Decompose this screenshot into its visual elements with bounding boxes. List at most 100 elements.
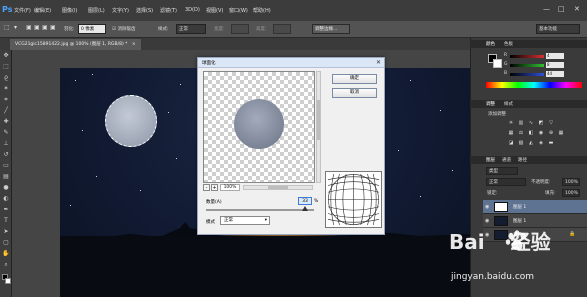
stamp-tool-icon[interactable]: ⊥ xyxy=(2,140,10,148)
invert-icon[interactable]: ◪ xyxy=(508,140,514,146)
close-icon[interactable]: × xyxy=(132,42,136,47)
close-button[interactable]: ✕ xyxy=(574,5,580,13)
crop-tool-icon[interactable]: ⌗ xyxy=(2,96,10,104)
new-selection-icon[interactable]: ▣ xyxy=(26,24,32,31)
eyedropper-icon[interactable]: ╱ xyxy=(2,107,10,115)
hand-tool-icon[interactable]: ✋ xyxy=(2,250,10,258)
tab-paths[interactable]: 路径 xyxy=(518,157,527,163)
moon-selection[interactable] xyxy=(105,95,157,147)
scrollbar-thumb[interactable] xyxy=(317,100,320,140)
blue-value[interactable]: 44 xyxy=(546,71,564,77)
layer-kind-filter[interactable]: 类型 xyxy=(486,167,518,175)
maximize-button[interactable]: □ xyxy=(558,5,565,13)
width-input[interactable] xyxy=(231,24,249,34)
menu-layer[interactable]: 图层(L) xyxy=(88,7,105,14)
amount-slider-track[interactable] xyxy=(206,209,314,211)
brush-tool-icon[interactable]: ✎ xyxy=(2,129,10,137)
magic-wand-icon[interactable]: ✶ xyxy=(2,85,10,93)
move-tool-icon[interactable]: ✥ xyxy=(2,52,10,60)
tab-styles[interactable]: 样式 xyxy=(504,101,513,107)
preview-horizontal-scrollbar[interactable] xyxy=(243,185,313,190)
history-brush-icon[interactable]: ↺ xyxy=(2,151,10,159)
tab-layers[interactable]: 图层 xyxy=(486,157,495,163)
background-color-swatch[interactable] xyxy=(493,59,502,68)
subtract-selection-icon[interactable]: ▣ xyxy=(42,24,48,31)
menu-view[interactable]: 视图(V) xyxy=(206,7,223,14)
tab-color[interactable]: 颜色 xyxy=(486,41,495,47)
style-select[interactable]: 正常 xyxy=(176,24,206,34)
fill-input[interactable]: 100% xyxy=(562,189,580,197)
dodge-tool-icon[interactable]: ◐ xyxy=(2,195,10,203)
amount-slider-handle[interactable] xyxy=(302,206,308,211)
eye-icon[interactable]: ◉ xyxy=(485,204,489,210)
intersect-selection-icon[interactable]: ▣ xyxy=(50,24,56,31)
tab-swatches[interactable]: 色板 xyxy=(504,41,513,47)
zoom-in-button[interactable]: + xyxy=(211,184,218,191)
tab-channels[interactable]: 通道 xyxy=(502,157,511,163)
antialias-checkbox[interactable]: ☑ 消除锯齿 xyxy=(112,26,135,32)
chevron-down-icon[interactable]: ▾ xyxy=(14,24,17,31)
dialog-titlebar[interactable]: 球面化 ✕ xyxy=(198,58,384,68)
selective-color-icon[interactable]: ◈ xyxy=(538,140,544,146)
blur-tool-icon[interactable]: ● xyxy=(2,184,10,192)
mode-select[interactable]: 正常 ▾ xyxy=(220,216,270,225)
path-select-icon[interactable]: ➤ xyxy=(2,228,10,236)
height-input[interactable] xyxy=(273,24,291,34)
menu-edit[interactable]: 编辑(E) xyxy=(34,7,51,14)
vibrance-icon[interactable]: ▽ xyxy=(548,120,554,126)
pen-tool-icon[interactable]: ✒ xyxy=(2,206,10,214)
green-slider[interactable] xyxy=(510,64,544,67)
amount-input[interactable]: 33 xyxy=(298,197,312,205)
refine-edge-button[interactable]: 调整边缘... xyxy=(312,24,350,34)
menu-type[interactable]: 文字(Y) xyxy=(112,7,129,14)
threshold-icon[interactable]: ◭ xyxy=(528,140,534,146)
healing-brush-icon[interactable]: ✚ xyxy=(2,118,10,126)
menu-select[interactable]: 选择(S) xyxy=(136,7,153,14)
gradient-tool-icon[interactable]: ▤ xyxy=(2,173,10,181)
ok-button[interactable]: 确定 xyxy=(332,74,377,84)
zoom-tool-icon[interactable]: ⌕ xyxy=(2,261,10,269)
feather-input[interactable]: 0 像素 xyxy=(78,24,106,34)
type-tool-icon[interactable]: T xyxy=(2,217,10,225)
color-lookup-icon[interactable]: ▦ xyxy=(558,130,564,136)
opacity-input[interactable]: 100% xyxy=(562,178,580,186)
background-color-swatch[interactable] xyxy=(5,278,11,284)
cancel-button[interactable]: 取消 xyxy=(332,88,377,98)
eye-icon[interactable]: ◉ xyxy=(485,218,489,224)
lasso-tool-icon[interactable]: ϱ xyxy=(2,74,10,82)
blend-mode-select[interactable]: 正常 xyxy=(486,178,526,186)
document-tab[interactable]: VCG21gic15891422.jpg @ 100% (图层 1, RGB/8… xyxy=(10,39,141,50)
menu-window[interactable]: 窗口(W) xyxy=(229,7,248,14)
posterize-icon[interactable]: ▧ xyxy=(518,140,524,146)
menu-image[interactable]: 图像(I) xyxy=(62,7,77,14)
brightness-icon[interactable]: ☀ xyxy=(508,120,514,126)
minimize-button[interactable]: — xyxy=(543,5,550,13)
close-icon[interactable]: ✕ xyxy=(376,59,381,66)
color-balance-icon[interactable]: ⚖ xyxy=(518,130,524,136)
levels-icon[interactable]: ▥ xyxy=(518,120,524,126)
hue-saturation-icon[interactable]: ▦ xyxy=(508,130,514,136)
preview-vertical-scrollbar[interactable] xyxy=(316,71,321,183)
red-slider[interactable] xyxy=(510,55,544,58)
add-selection-icon[interactable]: ▣ xyxy=(34,24,40,31)
color-spectrum-bar[interactable] xyxy=(486,82,582,88)
gradient-map-icon[interactable]: ▬ xyxy=(548,140,554,146)
exposure-icon[interactable]: ◩ xyxy=(538,120,544,126)
black-white-icon[interactable]: ◧ xyxy=(528,130,534,136)
blue-slider[interactable] xyxy=(510,73,544,76)
menu-help[interactable]: 帮助(H) xyxy=(253,7,271,14)
marquee-tool-icon[interactable]: ⬚ xyxy=(2,63,10,71)
workspace-select[interactable]: 基本功能 xyxy=(536,24,580,34)
green-value[interactable]: 8 xyxy=(546,62,564,68)
shape-tool-icon[interactable]: ▢ xyxy=(2,239,10,247)
curves-icon[interactable]: ∿ xyxy=(528,120,534,126)
menu-filter[interactable]: 滤镜(T) xyxy=(160,7,177,14)
zoom-out-button[interactable]: - xyxy=(203,184,210,191)
eraser-tool-icon[interactable]: ▭ xyxy=(2,162,10,170)
marquee-tool-icon[interactable]: ⬚ xyxy=(4,24,10,31)
channel-mixer-icon[interactable]: ⊕ xyxy=(548,130,554,136)
red-value[interactable]: 4 xyxy=(546,53,564,59)
filter-preview[interactable] xyxy=(203,71,315,183)
scrollbar-thumb[interactable] xyxy=(268,186,288,189)
layer-row[interactable]: ◉ 图层 1 xyxy=(483,200,587,214)
